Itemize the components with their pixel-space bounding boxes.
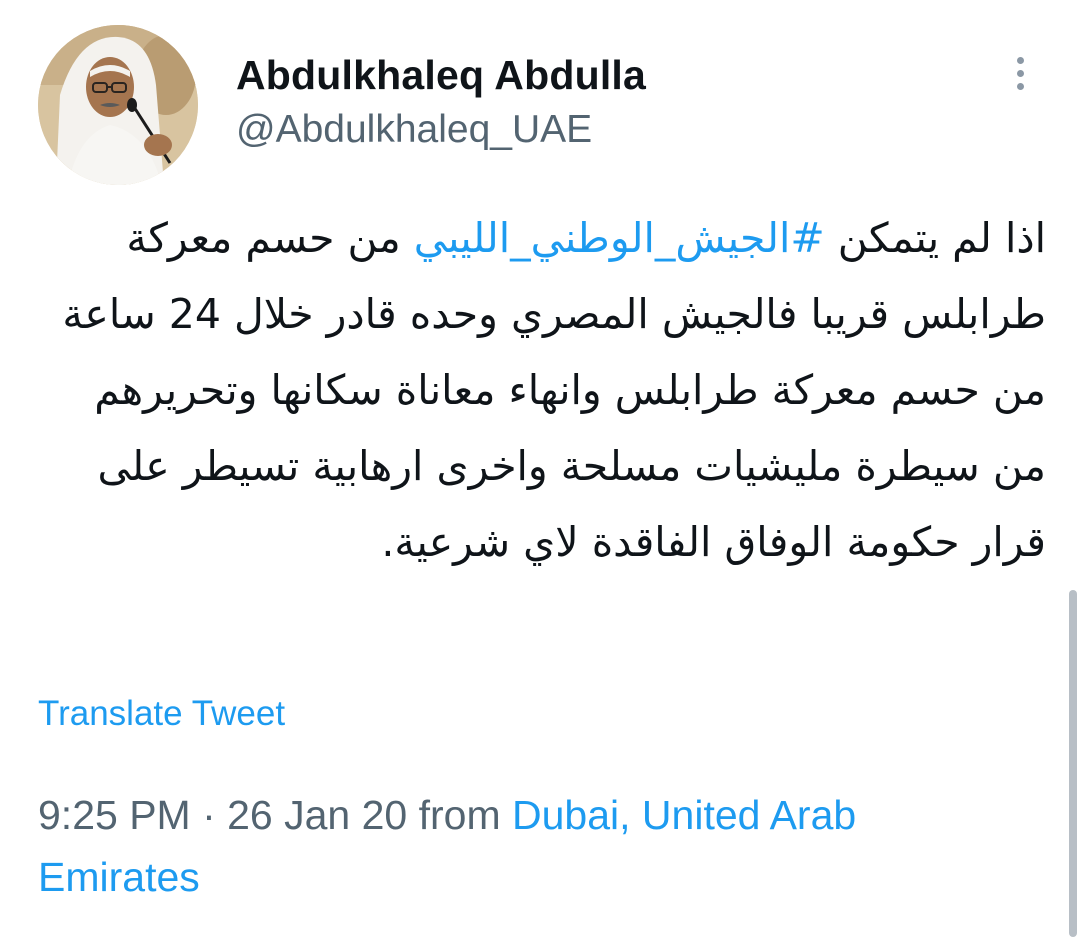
author-handle[interactable]: @Abdulkhaleq_UAE — [236, 108, 592, 152]
translate-tweet-link[interactable]: Translate Tweet — [38, 694, 285, 734]
more-options-icon — [1016, 56, 1024, 64]
tweet: Abdulkhaleq Abdulla @Abdulkhaleq_UAE اذا… — [0, 0, 1080, 937]
tweet-text: اذا لم يتمكن #الجيش_الوطني_الليبي من حسم… — [38, 200, 1046, 580]
tweet-text-start: اذا لم يتمكن — [824, 214, 1046, 262]
tweet-text-end: من حسم معركة طرابلس قريبا فالجيش المصري … — [62, 214, 1046, 566]
tweet-meta: 9:25 PM · 26 Jan 20 from Dubai, United A… — [38, 784, 998, 908]
more-options-button[interactable] — [1000, 48, 1040, 98]
profile-photo-icon — [38, 25, 198, 185]
hashtag-link[interactable]: #الجيش_الوطني_الليبي — [414, 214, 825, 262]
scrollbar[interactable] — [1069, 590, 1077, 937]
more-options-icon — [1016, 82, 1024, 90]
tweet-timestamp[interactable]: 9:25 PM · 26 Jan 20 from — [38, 792, 512, 838]
author-name[interactable]: Abdulkhaleq Abdulla — [236, 52, 646, 99]
more-options-icon — [1016, 69, 1024, 77]
avatar[interactable] — [38, 25, 198, 185]
